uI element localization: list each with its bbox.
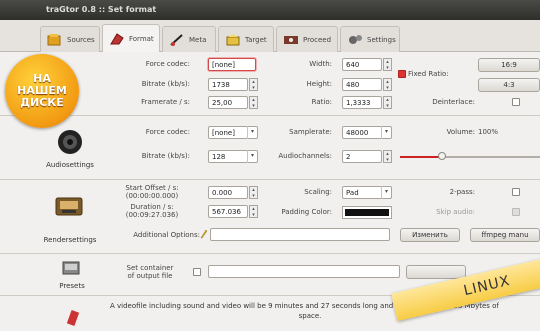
video-force-codec-label: Force codec: xyxy=(145,60,190,68)
fixed-ratio-checkbox[interactable] xyxy=(398,70,406,78)
scaling-dropdown-icon[interactable]: ▾ xyxy=(381,186,391,199)
twopass-checkbox[interactable] xyxy=(512,188,520,196)
summary-icon xyxy=(66,310,80,328)
video-force-codec-field[interactable]: [none] xyxy=(208,58,256,71)
twopass-label: 2-pass: xyxy=(449,188,475,196)
duration-spinner[interactable]: ▴ ▾ xyxy=(249,205,258,218)
start-offset-spinner[interactable]: ▴ ▾ xyxy=(249,186,258,199)
tab-target-label: Target xyxy=(245,35,267,44)
render-section: Rendersettings Start Offset / s: (00:00:… xyxy=(0,180,540,254)
padding-color-label: Padding Color: xyxy=(281,208,332,216)
scaling-label: Scaling: xyxy=(304,188,332,196)
deinterlace-label: Deinterlace: xyxy=(432,98,475,106)
volume-slider-fill xyxy=(400,156,442,158)
tab-bar: Sources Format Meta Target Proceed Setti… xyxy=(0,20,540,53)
height-spinner[interactable]: ▴ ▾ xyxy=(383,78,392,91)
summary-line1: A videofile including sound and video wi… xyxy=(110,302,499,310)
ratio-16-9-button[interactable]: 16:9 xyxy=(478,58,540,72)
audio-bitrate-label: Bitrate (kb/s): xyxy=(141,152,190,160)
height-field[interactable]: 480 xyxy=(342,78,382,91)
tab-proceed[interactable]: Proceed xyxy=(276,26,338,52)
sources-icon xyxy=(47,33,63,47)
tab-format-label: Format xyxy=(129,35,154,43)
tab-target[interactable]: Target xyxy=(218,26,274,52)
tab-meta-label: Meta xyxy=(189,35,207,44)
skipaudio-label: Skip audio: xyxy=(436,208,475,216)
ratio-spinner[interactable]: ▴ ▾ xyxy=(383,96,392,109)
video-bitrate-field[interactable]: 1738 xyxy=(208,78,248,91)
audio-codec-dropdown-icon[interactable]: ▾ xyxy=(247,126,257,139)
video-framerate-spinner[interactable]: ▴ ▾ xyxy=(249,96,258,109)
additional-options-field[interactable] xyxy=(210,228,390,241)
volume-slider[interactable] xyxy=(400,152,540,162)
presets-icon xyxy=(62,260,80,278)
container-label-line1: Set container xyxy=(126,264,174,272)
window-title: traGtor 0.8 :: Set format xyxy=(0,0,540,20)
video-bitrate-spinner[interactable]: ▴ ▾ xyxy=(249,78,258,91)
audio-section: Audiosettings Force codec: [none] ▾ Bitr… xyxy=(0,116,540,180)
audio-force-codec-label: Force codec: xyxy=(145,128,190,136)
render-icon xyxy=(54,194,84,220)
presets-apply-button[interactable] xyxy=(406,265,466,279)
deinterlace-checkbox[interactable] xyxy=(512,98,520,106)
duration-label: Duration / s: xyxy=(130,203,174,211)
render-section-title: Rendersettings xyxy=(43,236,97,244)
audiochannels-field[interactable]: 2 xyxy=(342,150,382,163)
audiochannels-label: Audiochannels: xyxy=(278,152,332,160)
audio-section-title: Audiosettings xyxy=(46,161,94,169)
tab-sources[interactable]: Sources xyxy=(40,26,100,52)
container-label-line2: of output file xyxy=(127,272,173,280)
volume-value: 100% xyxy=(478,128,499,136)
speaker-icon xyxy=(57,129,83,157)
ratio-label: Ratio: xyxy=(311,98,332,106)
format-icon xyxy=(109,32,125,46)
tab-proceed-label: Proceed xyxy=(303,35,332,44)
start-offset-label: Start Offset / s: xyxy=(125,184,179,192)
video-framerate-field[interactable]: 25,00 xyxy=(208,96,248,109)
width-spinner[interactable]: ▴ ▾ xyxy=(383,58,392,71)
edit-pencil-icon xyxy=(200,229,208,241)
video-section: Settings Force codec: [none] Bitrate (kb… xyxy=(0,52,540,116)
video-framerate-label: Framerate / s: xyxy=(141,98,190,106)
tab-format[interactable]: Format xyxy=(102,24,160,53)
duration-field[interactable]: 567.036 xyxy=(208,205,248,218)
samplerate-label: Samplerate: xyxy=(289,128,332,136)
video-bitrate-label: Bitrate (kb/s): xyxy=(141,80,190,88)
audiochannels-spinner[interactable]: ▴ ▾ xyxy=(383,150,392,163)
badge-line3: ДИСКЕ xyxy=(20,96,64,109)
meta-icon xyxy=(169,33,185,47)
width-label: Width: xyxy=(309,60,332,68)
summary-line2: space. xyxy=(298,312,322,320)
container-field[interactable] xyxy=(208,265,400,278)
set-container-checkbox[interactable] xyxy=(193,268,201,276)
settings-icon xyxy=(347,33,363,47)
skipaudio-checkbox[interactable] xyxy=(512,208,520,216)
tab-meta[interactable]: Meta xyxy=(162,26,216,52)
start-offset-field[interactable]: 0.000 xyxy=(208,186,248,199)
presets-section-title: Presets xyxy=(59,282,85,290)
ffmpeg-manual-button[interactable]: ffmpeg manu xyxy=(470,228,540,242)
volume-slider-knob[interactable] xyxy=(438,152,446,160)
promo-badge: НА НАШЕМ ДИСКЕ xyxy=(5,54,79,128)
proceed-icon xyxy=(283,33,299,47)
padding-color-swatch[interactable] xyxy=(342,206,392,219)
apply-button[interactable]: Изменить xyxy=(400,228,460,242)
samplerate-dropdown-icon[interactable]: ▾ xyxy=(381,126,391,139)
volume-label: Volume: xyxy=(446,128,475,136)
height-label: Height: xyxy=(306,80,333,88)
start-offset-hint: (00:00:00.000) xyxy=(125,192,179,200)
ratio-4-3-button[interactable]: 4:3 xyxy=(478,78,540,92)
fixed-ratio-label: Fixed Ratio: xyxy=(408,70,449,78)
tab-settings[interactable]: Settings xyxy=(340,26,400,52)
tab-sources-label: Sources xyxy=(67,35,95,44)
additional-options-label: Additional Options: xyxy=(133,231,200,239)
width-field[interactable]: 640 xyxy=(342,58,382,71)
ratio-field[interactable]: 1,3333 xyxy=(342,96,382,109)
duration-hint: (00:09:27.036) xyxy=(125,211,179,219)
target-icon xyxy=(225,33,241,47)
audio-bitrate-dropdown-icon[interactable]: ▾ xyxy=(247,150,257,163)
tab-settings-label: Settings xyxy=(367,35,396,44)
